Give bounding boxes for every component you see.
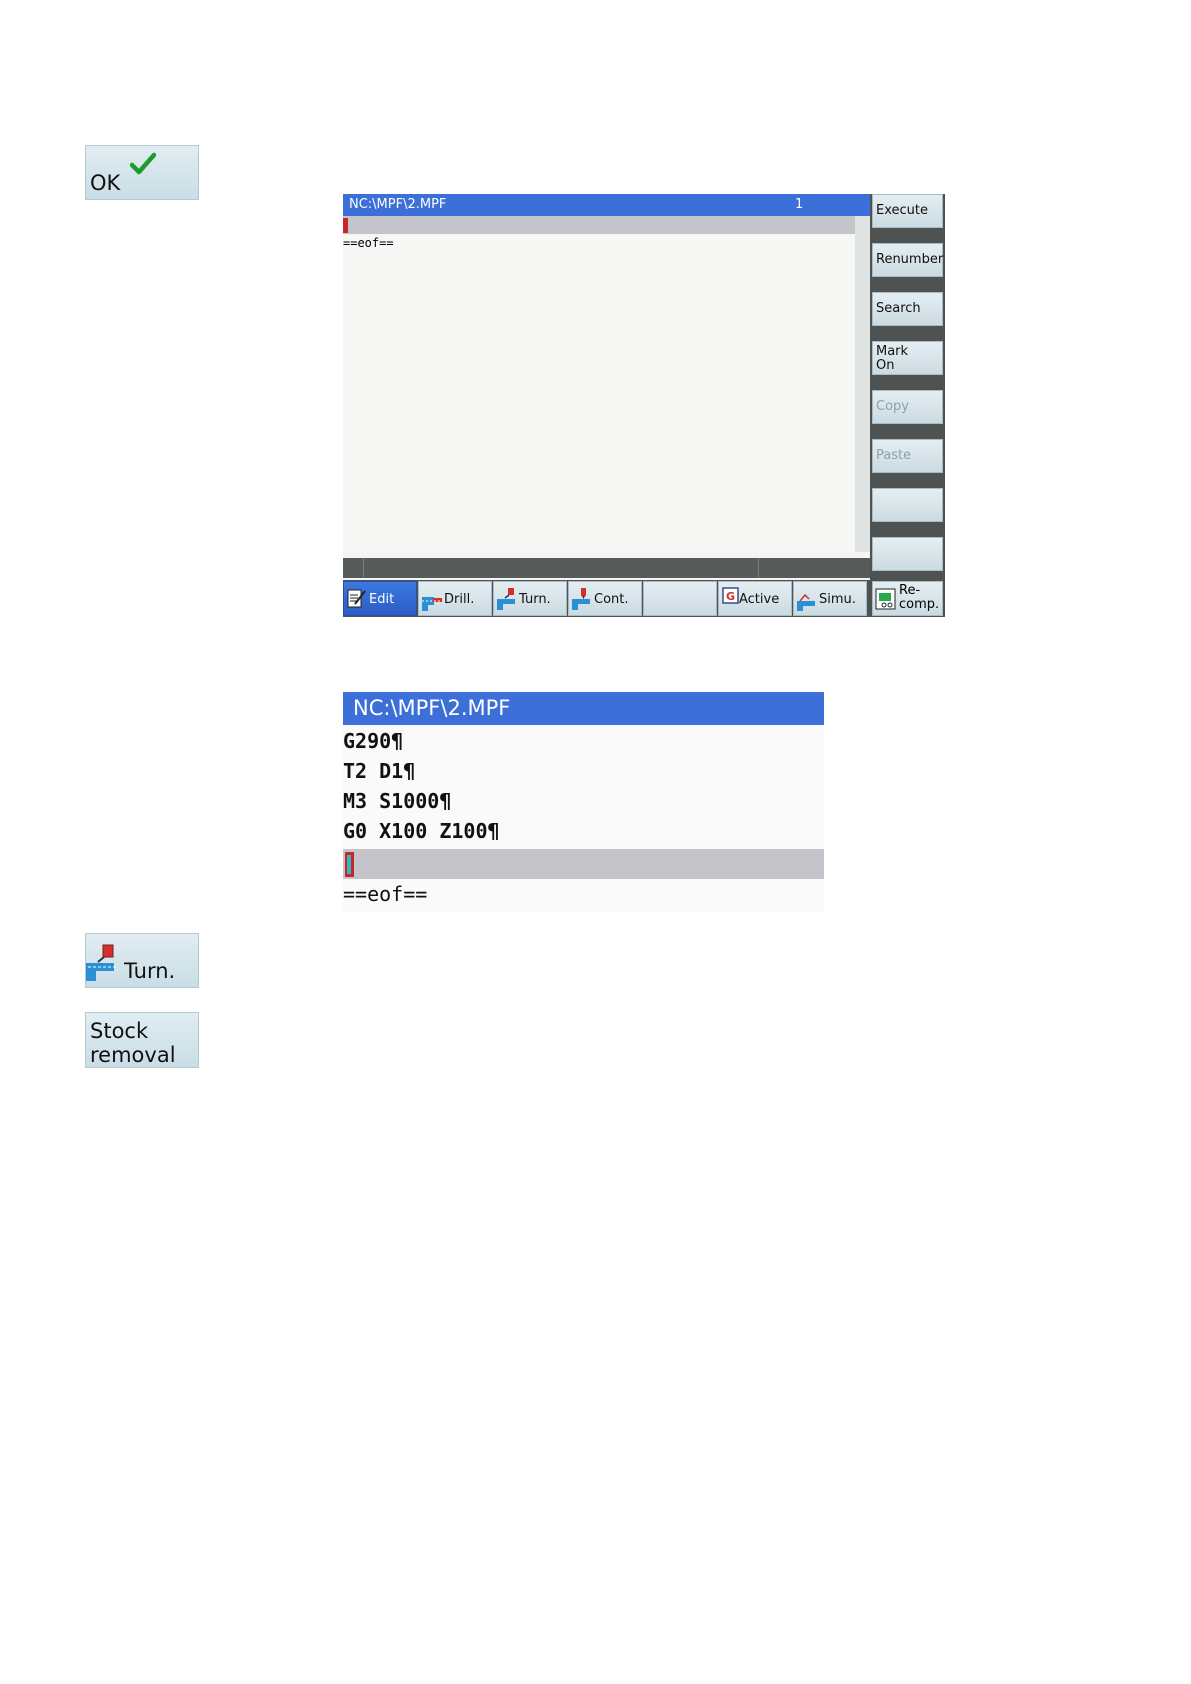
recompile-label: Re- comp. — [899, 584, 939, 612]
simulation-label: Simu. — [819, 592, 856, 607]
paste-softkey[interactable]: Paste — [872, 439, 943, 473]
stock-removal-line2: removal — [90, 1043, 176, 1067]
mark-on-label: Mark On — [876, 345, 908, 373]
listing-text-cursor — [345, 852, 354, 877]
checkmark-icon — [130, 152, 156, 175]
turn-button[interactable]: Turn. — [85, 933, 199, 988]
active-softkey[interactable]: G Active — [718, 581, 792, 616]
copy-softkey[interactable]: Copy — [872, 390, 943, 424]
recompile-line1: Re- — [899, 583, 921, 598]
simulation-softkey[interactable]: Simu. — [793, 581, 867, 616]
recompile-line2: comp. — [899, 597, 940, 612]
search-label: Search — [876, 301, 921, 316]
empty-softkey-8[interactable] — [872, 537, 943, 571]
drill-softkey[interactable]: Drill. — [418, 581, 492, 616]
program-editor-screen: NC:\MPF\2.MPF 1 ==eof== Execute Renumber… — [343, 194, 945, 617]
active-label: Active — [739, 592, 780, 607]
recompile-icon — [875, 588, 896, 610]
drill-label: Drill. — [444, 592, 475, 607]
listing-program-path: NC:\MPF\2.MPF — [353, 696, 511, 720]
program-path: NC:\MPF\2.MPF — [349, 197, 447, 212]
code-line: M3 S1000¶ — [343, 789, 452, 813]
execute-softkey[interactable]: Execute — [872, 194, 943, 228]
copy-label: Copy — [876, 399, 909, 414]
mark-on-line2: On — [876, 358, 895, 373]
empty-horizontal-softkey[interactable] — [643, 581, 717, 616]
contour-softkey[interactable]: Cont. — [568, 581, 642, 616]
svg-text:G: G — [726, 590, 735, 603]
edit-label: Edit — [369, 592, 395, 607]
end-of-file-marker: ==eof== — [343, 236, 394, 250]
paste-label: Paste — [876, 448, 912, 463]
cursor-line — [343, 216, 855, 234]
program-listing-zoom: NC:\MPF\2.MPF G290¶ T2 D1¶ M3 S1000¶ G0 … — [343, 692, 824, 912]
editor-title-bar: NC:\MPF\2.MPF 1 — [343, 194, 870, 216]
turning-icon — [497, 588, 515, 610]
editor-scrollbar[interactable] — [855, 216, 870, 552]
drill-icon — [422, 597, 442, 611]
listing-end-of-file-marker: ==eof== — [343, 882, 428, 906]
text-cursor — [343, 218, 348, 233]
status-divider — [758, 558, 759, 578]
renumber-softkey[interactable]: Renumber — [872, 243, 943, 277]
stock-removal-label: Stock removal — [90, 1019, 176, 1067]
code-line: T2 D1¶ — [343, 759, 416, 783]
code-line: G0 X100 Z100¶ — [343, 819, 500, 843]
ok-button[interactable]: OK — [85, 145, 199, 200]
line-number: 1 — [795, 197, 804, 212]
edit-icon — [347, 589, 366, 608]
horizontal-softkey-bar: Edit Drill. Turn. Cont. G Active Simu. — [343, 580, 870, 617]
listing-title-bar: NC:\MPF\2.MPF — [343, 692, 824, 725]
execute-label: Execute — [876, 203, 928, 218]
status-bar — [343, 558, 870, 578]
vertical-softkey-bar: Execute Renumber Search Mark On Copy Pas… — [870, 194, 945, 617]
stock-removal-button[interactable]: Stock removal — [85, 1012, 199, 1068]
edit-softkey[interactable]: Edit — [343, 581, 417, 616]
search-softkey[interactable]: Search — [872, 292, 943, 326]
contour-label: Cont. — [594, 592, 629, 607]
renumber-label: Renumber — [876, 252, 944, 267]
status-divider — [363, 558, 364, 578]
mark-on-softkey[interactable]: Mark On — [872, 341, 943, 375]
code-line: G290¶ — [343, 729, 404, 753]
empty-softkey-7[interactable] — [872, 488, 943, 522]
listing-cursor-line — [343, 849, 824, 879]
contour-icon — [572, 588, 590, 610]
turn-label: Turn. — [124, 959, 176, 983]
g-code-icon: G — [722, 587, 739, 604]
turn-softkey[interactable]: Turn. — [493, 581, 567, 616]
stock-removal-line1: Stock — [90, 1019, 149, 1043]
recompile-softkey[interactable]: Re- comp. — [872, 581, 943, 616]
simulation-icon — [797, 593, 815, 611]
ok-label: OK — [90, 171, 121, 195]
editor-text-area[interactable]: ==eof== — [343, 216, 855, 552]
mark-on-line1: Mark — [876, 344, 909, 359]
turn-label: Turn. — [519, 592, 551, 607]
turning-icon — [86, 944, 116, 981]
